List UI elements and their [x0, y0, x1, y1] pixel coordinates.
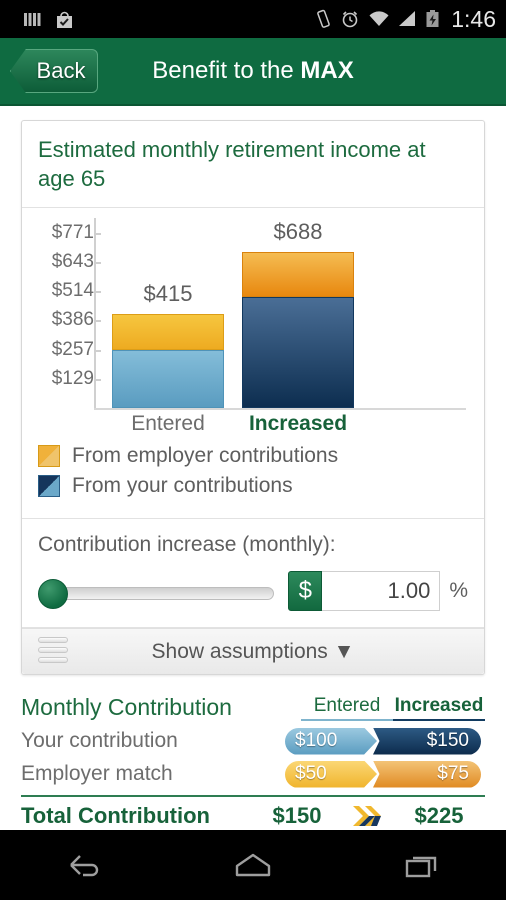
android-nav-bar [0, 830, 506, 900]
y-axis-tick-label: $514 [51, 280, 94, 302]
total-label: Total Contribution [21, 803, 210, 828]
slider-caption: Contribution increase (monthly): [38, 533, 336, 556]
battery-charging-icon [426, 10, 439, 27]
show-assumptions-button[interactable]: Show assumptions ▼ [22, 628, 484, 674]
chart-legend: From employer contributions From your co… [22, 440, 484, 519]
y-axis-tick-label: $129 [51, 367, 94, 389]
contribution-slider[interactable] [38, 576, 275, 609]
action-bar: Back Benefit to the MAX [0, 38, 506, 106]
status-bar: 1:46 [0, 0, 506, 38]
x-axis-line [94, 408, 466, 410]
chart-card-title: Estimated monthly retirement income at a… [22, 121, 484, 208]
chevron-down-icon: ▼ [333, 639, 355, 663]
x-axis-category-label: Increased [248, 412, 348, 435]
y-axis-tick-label: $386 [51, 309, 94, 331]
page-title-normal: Benefit to the [152, 57, 301, 84]
alarm-clock-icon [342, 11, 358, 28]
show-assumptions-label: Show assumptions ▼ [22, 640, 484, 664]
bar-segment-your-contributions [112, 349, 224, 408]
bar-group: $688 Increased [242, 218, 354, 435]
bar-total-label: $688 [273, 218, 323, 244]
summary-title: Monthly Contribution [21, 694, 232, 720]
bar-group: $415 Entered [112, 218, 224, 435]
bar-total-label: $415 [143, 280, 193, 306]
bar-stack: $415 [112, 281, 224, 408]
status-clock: 1:46 [451, 5, 496, 32]
contribution-value-input[interactable]: 1.00 [322, 571, 441, 611]
y-axis-tick-mark [94, 232, 101, 235]
total-entered-value: $150 [272, 803, 322, 828]
list-lines-icon [38, 636, 68, 667]
equalizer-bars-icon [24, 13, 41, 26]
y-axis-tick-mark [94, 378, 101, 381]
y-axis-tick-label: $643 [51, 250, 94, 272]
back-button-label: Back [36, 58, 86, 83]
pill-increased-value: $75 [373, 760, 481, 788]
slider-row: $ 1.00 % [38, 571, 468, 611]
bar-segment-employer-contributions [112, 313, 224, 350]
y-axis-tick-mark [94, 261, 101, 264]
pill-entered-value: $100 [285, 727, 377, 755]
legend-item: From employer contributions [38, 444, 468, 468]
y-axis-tick-mark [94, 349, 101, 352]
legend-item: From your contributions [38, 474, 468, 498]
back-button[interactable]: Back [10, 49, 98, 93]
bar-segment-employer-contributions [242, 251, 354, 298]
table-row: Employer match $50 $75 [21, 759, 485, 789]
slider-track[interactable] [52, 587, 275, 600]
summary-table: Monthly Contribution Entered Increased Y… [21, 693, 485, 835]
column-header-increased: Increased [393, 695, 485, 721]
wifi-icon [369, 11, 389, 26]
percent-sign-label: % [449, 579, 468, 602]
legend-label: From employer contributions [72, 444, 339, 467]
chart-card: Estimated monthly retirement income at a… [21, 120, 485, 675]
signal-bars-icon [399, 11, 416, 26]
summary-header-row: Monthly Contribution Entered Increased [21, 693, 485, 722]
y-axis-tick-mark [94, 291, 101, 294]
y-axis-tick-label: $257 [51, 338, 94, 360]
slider-knob[interactable] [38, 579, 68, 609]
row-label: Your contribution [21, 729, 178, 752]
row-label: Employer match [21, 762, 173, 785]
contribution-slider-block: Contribution increase (monthly): $ 1.00 … [22, 519, 484, 628]
table-row: Your contribution $100 $150 [21, 726, 485, 756]
total-increased-value: $225 [414, 803, 464, 828]
vibrate-icon [317, 9, 331, 28]
bar-stack: $688 [242, 219, 354, 408]
x-axis-category-label: Entered [131, 412, 205, 435]
y-axis-labels: $129 $257 $386 $514 $643 $771 [34, 218, 94, 408]
nav-home-icon[interactable] [208, 840, 298, 890]
assumptions-text: Show assumptions [151, 639, 328, 663]
nav-recents-icon[interactable] [377, 840, 467, 890]
currency-toggle-button[interactable]: $ [288, 571, 323, 611]
double-chevron-right-icon [343, 803, 393, 829]
status-icons-right: 1:46 [315, 6, 496, 33]
pill-increased-value: $150 [373, 727, 481, 755]
nav-back-icon[interactable] [39, 840, 129, 890]
legend-label: From your contributions [72, 474, 293, 497]
chart-area: $129 $257 $386 $514 $643 $771 $415 Entered $688… [22, 208, 484, 440]
comparison-pill: $50 $75 [285, 760, 485, 788]
employer-swatch-icon [38, 445, 60, 467]
comparison-pill: $100 $150 [285, 727, 485, 755]
bar-chart: $129 $257 $386 $514 $643 $771 $415 Entered $688… [34, 218, 472, 436]
pill-entered-value: $50 [285, 760, 377, 788]
column-header-entered: Entered [301, 695, 393, 721]
scroll-content: Estimated monthly retirement income at a… [0, 106, 506, 900]
status-icons-left [22, 9, 75, 30]
your-swatch-icon [38, 475, 60, 497]
y-axis-tick-label: $771 [51, 221, 94, 243]
page-title-bold: MAX [300, 57, 354, 84]
play-store-bag-icon [57, 11, 72, 28]
bar-segment-your-contributions [242, 297, 354, 408]
y-axis-tick-mark [94, 320, 101, 323]
